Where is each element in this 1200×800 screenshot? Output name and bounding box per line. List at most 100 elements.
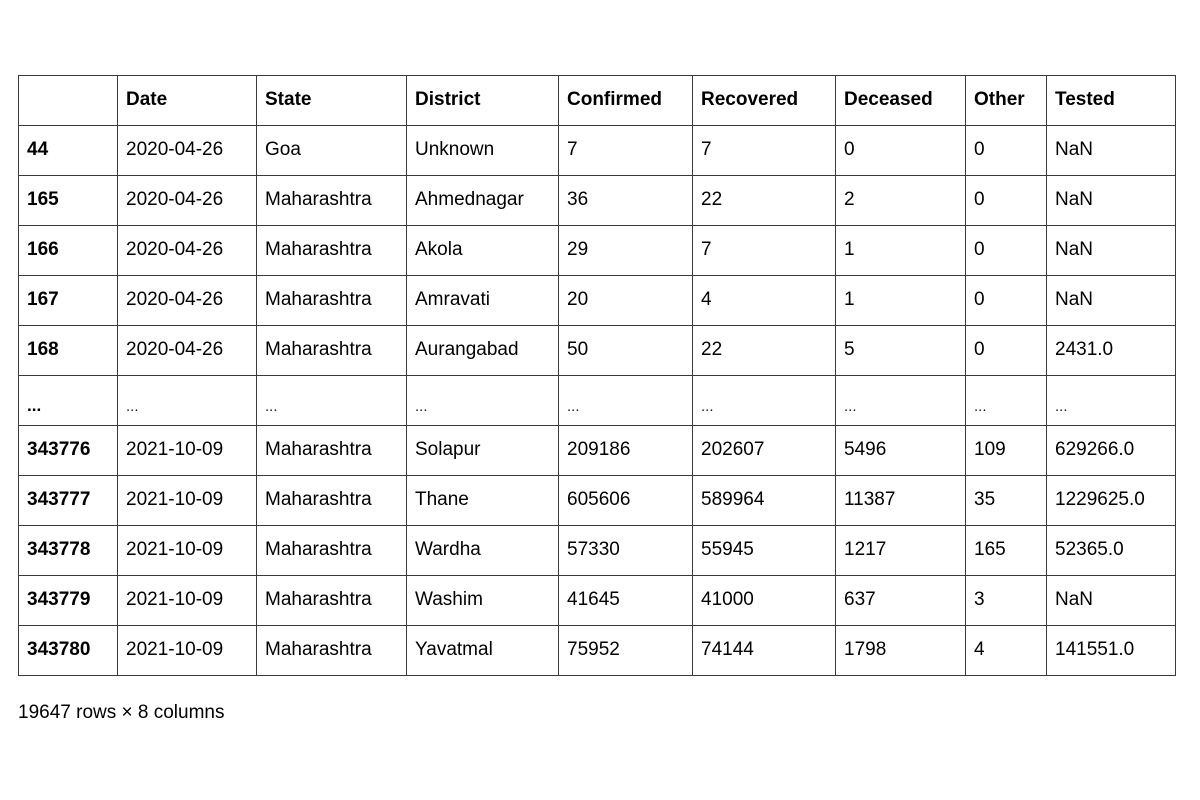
truncation-ellipsis-row: ... ... ... ... ... ... ... ... ... [18,375,1176,426]
table-row: 343776 2021-10-09 Maharashtra Solapur 20… [18,425,1176,476]
cell-recovered: 22 [692,325,836,376]
table-row: 343779 2021-10-09 Maharashtra Washim 416… [18,575,1176,626]
cell-recovered: 4 [692,275,836,326]
cell-date: 2021-10-09 [117,625,257,676]
cell-state: Maharashtra [256,625,407,676]
cell-deceased: 1217 [835,525,966,576]
cell-tested: 52365.0 [1046,525,1176,576]
cell-date: 2021-10-09 [117,475,257,526]
cell-district: Akola [406,225,559,276]
row-index: 343779 [18,575,118,626]
cell-recovered: 41000 [692,575,836,626]
cell-tested: 1229625.0 [1046,475,1176,526]
cell-state: Maharashtra [256,425,407,476]
cell-tested: NaN [1046,275,1176,326]
cell-tested: NaN [1046,225,1176,276]
cell-date: 2020-04-26 [117,125,257,176]
header-row: Date State District Confirmed Recovered … [18,75,1176,126]
table-row: 343780 2021-10-09 Maharashtra Yavatmal 7… [18,625,1176,676]
cell-date: 2021-10-09 [117,425,257,476]
cell-district: Amravati [406,275,559,326]
table-row: 44 2020-04-26 Goa Unknown 7 7 0 0 NaN [18,125,1176,176]
column-header-confirmed: Confirmed [558,75,693,126]
cell-deceased: 11387 [835,475,966,526]
cell-other-ellipsis: ... [965,375,1047,426]
cell-recovered: 55945 [692,525,836,576]
cell-confirmed: 36 [558,175,693,226]
table-row: 168 2020-04-26 Maharashtra Aurangabad 50… [18,325,1176,376]
dataframe-header: Date State District Confirmed Recovered … [18,75,1176,126]
cell-deceased-ellipsis: ... [835,375,966,426]
cell-other: 35 [965,475,1047,526]
cell-recovered: 589964 [692,475,836,526]
cell-deceased: 5 [835,325,966,376]
column-header-other: Other [965,75,1047,126]
cell-district: Aurangabad [406,325,559,376]
cell-date: 2021-10-09 [117,575,257,626]
dataframe-output-area: Date State District Confirmed Recovered … [0,0,1200,800]
cell-date: 2020-04-26 [117,275,257,326]
table-row: 167 2020-04-26 Maharashtra Amravati 20 4… [18,275,1176,326]
cell-date: 2020-04-26 [117,175,257,226]
cell-tested: 2431.0 [1046,325,1176,376]
cell-recovered: 22 [692,175,836,226]
cell-date: 2020-04-26 [117,225,257,276]
row-index: 343778 [18,525,118,576]
cell-recovered: 7 [692,225,836,276]
column-header-date: Date [117,75,257,126]
cell-confirmed: 29 [558,225,693,276]
cell-state: Maharashtra [256,175,407,226]
cell-other: 165 [965,525,1047,576]
cell-deceased: 637 [835,575,966,626]
cell-recovered: 202607 [692,425,836,476]
cell-tested: 629266.0 [1046,425,1176,476]
cell-deceased: 2 [835,175,966,226]
cell-deceased: 5496 [835,425,966,476]
cell-state: Maharashtra [256,475,407,526]
table-row: 343778 2021-10-09 Maharashtra Wardha 573… [18,525,1176,576]
column-header-deceased: Deceased [835,75,966,126]
cell-district: Unknown [406,125,559,176]
column-header-state: State [256,75,407,126]
cell-recovered: 7 [692,125,836,176]
cell-district: Ahmednagar [406,175,559,226]
row-index: 168 [18,325,118,376]
cell-state: Maharashtra [256,525,407,576]
cell-tested: NaN [1046,175,1176,226]
cell-other: 0 [965,125,1047,176]
table-row: 343777 2021-10-09 Maharashtra Thane 6056… [18,475,1176,526]
index-column-header [18,75,118,126]
column-header-district: District [406,75,559,126]
cell-district: Yavatmal [406,625,559,676]
cell-date: 2020-04-26 [117,325,257,376]
cell-deceased: 0 [835,125,966,176]
dataframe-table: Date State District Confirmed Recovered … [18,75,1176,676]
cell-district: Solapur [406,425,559,476]
cell-other: 0 [965,175,1047,226]
cell-confirmed: 41645 [558,575,693,626]
dataframe-body: 44 2020-04-26 Goa Unknown 7 7 0 0 NaN 16… [18,125,1176,676]
cell-recovered: 74144 [692,625,836,676]
cell-state-ellipsis: ... [256,375,407,426]
cell-date-ellipsis: ... [117,375,257,426]
cell-state: Goa [256,125,407,176]
table-row: 165 2020-04-26 Maharashtra Ahmednagar 36… [18,175,1176,226]
cell-confirmed: 57330 [558,525,693,576]
row-index: 165 [18,175,118,226]
cell-deceased: 1798 [835,625,966,676]
cell-district: Thane [406,475,559,526]
cell-confirmed: 209186 [558,425,693,476]
cell-deceased: 1 [835,275,966,326]
cell-tested-ellipsis: ... [1046,375,1176,426]
cell-state: Maharashtra [256,575,407,626]
cell-recovered-ellipsis: ... [692,375,836,426]
cell-other: 3 [965,575,1047,626]
row-index: 343780 [18,625,118,676]
row-index: 343777 [18,475,118,526]
cell-date: 2021-10-09 [117,525,257,576]
cell-tested: NaN [1046,575,1176,626]
cell-confirmed-ellipsis: ... [558,375,693,426]
row-index: 166 [18,225,118,276]
cell-state: Maharashtra [256,225,407,276]
cell-other: 4 [965,625,1047,676]
